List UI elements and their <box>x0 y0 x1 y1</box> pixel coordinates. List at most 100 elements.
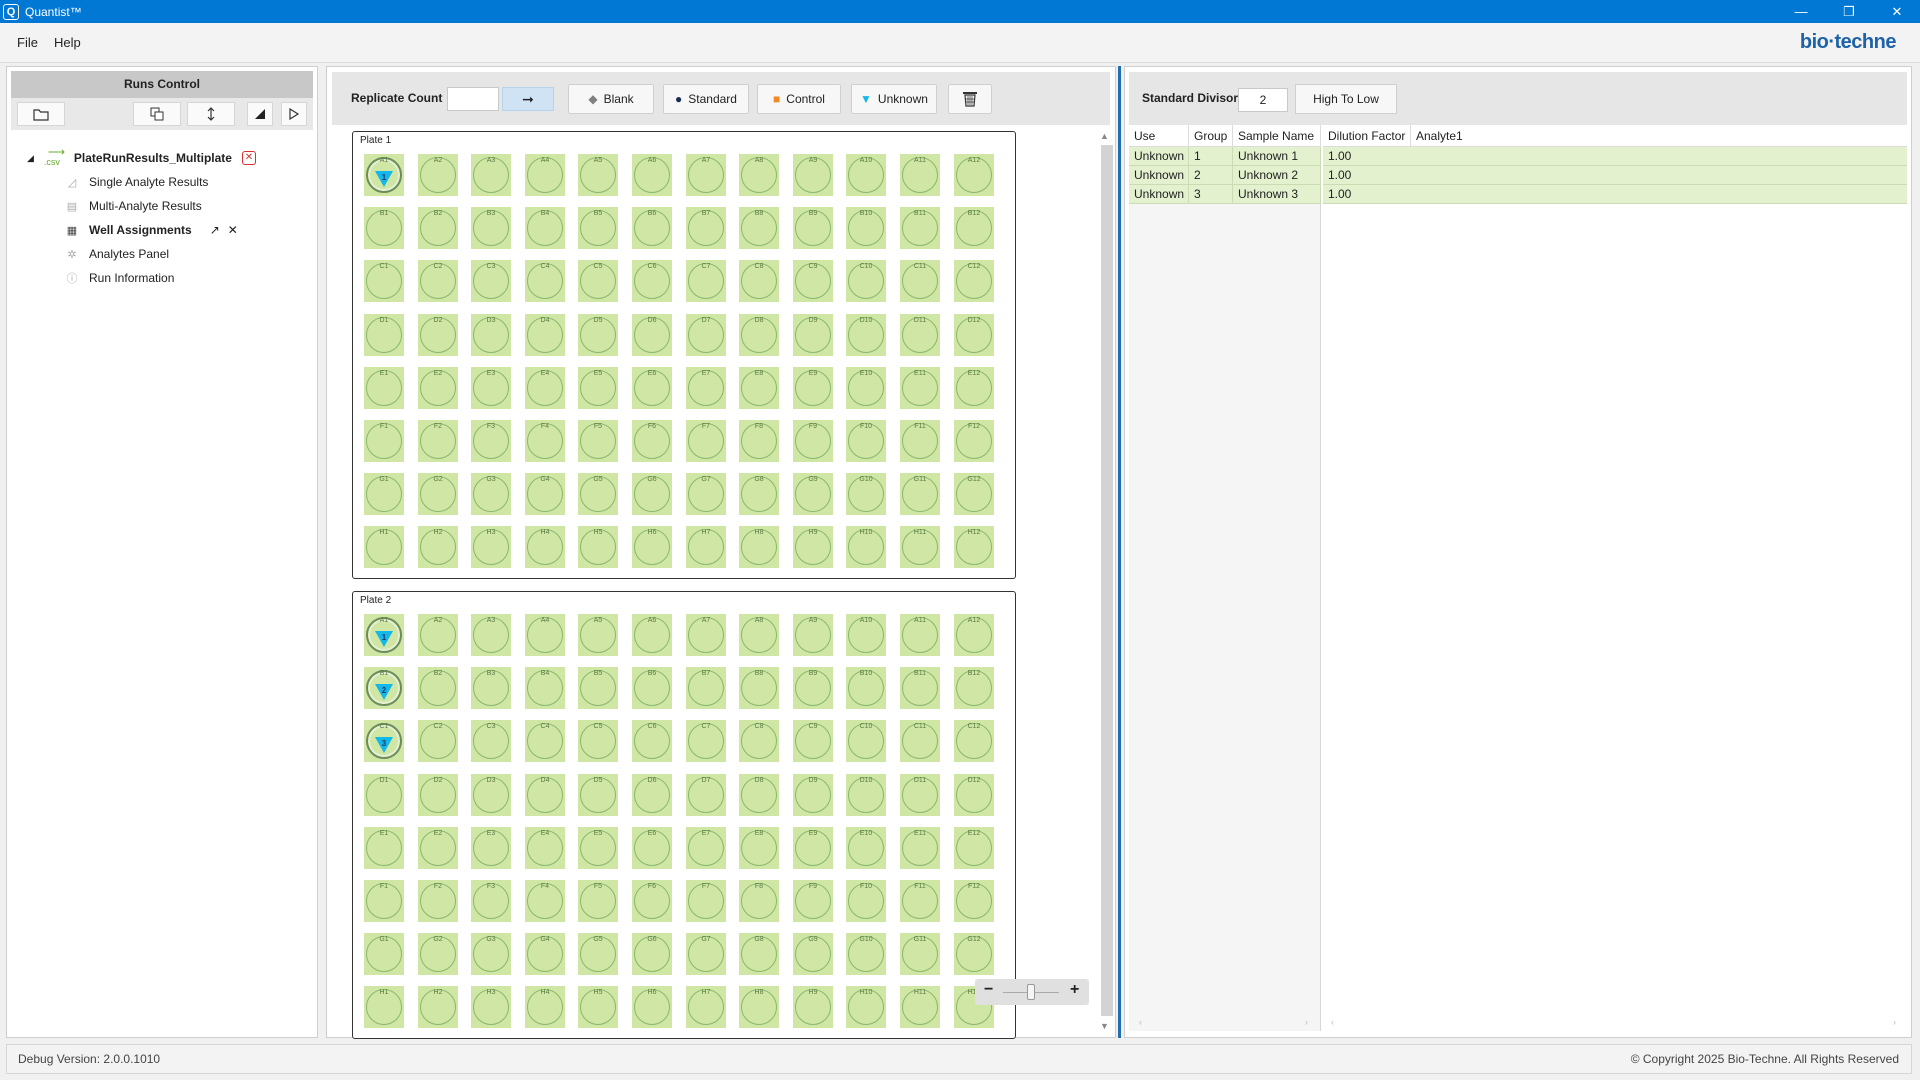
well-A10[interactable]: A10 <box>846 154 886 196</box>
close-badge-icon[interactable]: ✕ <box>241 151 256 165</box>
well-A2[interactable]: A2 <box>418 154 458 196</box>
well-G11[interactable]: G11 <box>900 473 940 515</box>
scroll-left-icon[interactable]: ‹ <box>1139 1017 1142 1031</box>
minimize-button[interactable]: — <box>1778 0 1824 23</box>
well-H6[interactable]: H6 <box>632 526 672 568</box>
well-H3[interactable]: H3 <box>471 986 511 1028</box>
tree-item-run-information[interactable]: ⓘ Run Information <box>65 267 175 289</box>
well-A1[interactable]: A1 1 <box>364 614 404 656</box>
well-A8[interactable]: A8 <box>739 154 779 196</box>
well-C7[interactable]: C7 <box>686 260 726 302</box>
well-F11[interactable]: F11 <box>900 420 940 462</box>
well-E10[interactable]: E10 <box>846 367 886 409</box>
well-G4[interactable]: G4 <box>525 933 565 975</box>
table-row[interactable]: 1.00 <box>1323 166 1907 185</box>
well-F12[interactable]: F12 <box>954 880 994 922</box>
well-F9[interactable]: F9 <box>793 880 833 922</box>
well-C10[interactable]: C10 <box>846 720 886 762</box>
well-C1[interactable]: C1 <box>364 260 404 302</box>
well-C11[interactable]: C11 <box>900 260 940 302</box>
well-H1[interactable]: H1 <box>364 526 404 568</box>
well-D8[interactable]: D8 <box>739 314 779 356</box>
well-E7[interactable]: E7 <box>686 827 726 869</box>
well-E6[interactable]: E6 <box>632 827 672 869</box>
well-C1[interactable]: C1 3 <box>364 720 404 762</box>
well-H3[interactable]: H3 <box>471 526 511 568</box>
well-B11[interactable]: B11 <box>900 207 940 249</box>
well-H12[interactable]: H12 <box>954 526 994 568</box>
well-H5[interactable]: H5 <box>578 526 618 568</box>
high-to-low-button[interactable]: High To Low <box>1295 84 1397 114</box>
apply-replicate-button[interactable]: ➞ <box>502 87 554 111</box>
well-E3[interactable]: E3 <box>471 367 511 409</box>
well-G8[interactable]: G8 <box>739 473 779 515</box>
well-B8[interactable]: B8 <box>739 207 779 249</box>
well-B10[interactable]: B10 <box>846 667 886 709</box>
well-F3[interactable]: F3 <box>471 880 511 922</box>
cell-dilution-factor[interactable]: 1.00 <box>1323 185 1907 204</box>
well-B3[interactable]: B3 <box>471 667 511 709</box>
well-G7[interactable]: G7 <box>686 473 726 515</box>
well-F6[interactable]: F6 <box>632 880 672 922</box>
well-B8[interactable]: B8 <box>739 667 779 709</box>
well-F6[interactable]: F6 <box>632 420 672 462</box>
well-A11[interactable]: A11 <box>900 614 940 656</box>
table-row[interactable]: 1.00 <box>1323 185 1907 204</box>
well-H4[interactable]: H4 <box>525 986 565 1028</box>
well-E10[interactable]: E10 <box>846 827 886 869</box>
well-B9[interactable]: B9 <box>793 667 833 709</box>
well-B5[interactable]: B5 <box>578 667 618 709</box>
well-A6[interactable]: A6 <box>632 614 672 656</box>
well-B7[interactable]: B7 <box>686 667 726 709</box>
well-C3[interactable]: C3 <box>471 720 511 762</box>
well-F5[interactable]: F5 <box>578 880 618 922</box>
well-A2[interactable]: A2 <box>418 614 458 656</box>
well-D11[interactable]: D11 <box>900 314 940 356</box>
control-button[interactable]: ■ Control <box>757 84 841 114</box>
well-G9[interactable]: G9 <box>793 933 833 975</box>
well-H11[interactable]: H11 <box>900 986 940 1028</box>
well-A4[interactable]: A4 <box>525 154 565 196</box>
well-H9[interactable]: H9 <box>793 526 833 568</box>
tree-root[interactable]: ◢ ⟶ .csv PlateRunResults_Multiplate ✕ <box>27 145 256 169</box>
well-A8[interactable]: A8 <box>739 614 779 656</box>
table-row[interactable]: Unknown 1 Unknown 1 <box>1129 147 1321 166</box>
plates-vertical-scrollbar[interactable]: ▲ ▼ <box>1098 131 1113 1035</box>
well-B5[interactable]: B5 <box>578 207 618 249</box>
scroll-right-icon[interactable]: › <box>1305 1017 1308 1031</box>
standard-button[interactable]: ● Standard <box>663 84 749 114</box>
well-C8[interactable]: C8 <box>739 260 779 302</box>
well-H8[interactable]: H8 <box>739 526 779 568</box>
well-G10[interactable]: G10 <box>846 473 886 515</box>
well-G9[interactable]: G9 <box>793 473 833 515</box>
well-D9[interactable]: D9 <box>793 774 833 816</box>
well-E11[interactable]: E11 <box>900 827 940 869</box>
well-G1[interactable]: G1 <box>364 473 404 515</box>
well-A1[interactable]: A1 1 <box>364 154 404 196</box>
well-E5[interactable]: E5 <box>578 367 618 409</box>
menu-help[interactable]: Help <box>54 23 81 63</box>
well-D9[interactable]: D9 <box>793 314 833 356</box>
well-C4[interactable]: C4 <box>525 260 565 302</box>
well-D11[interactable]: D11 <box>900 774 940 816</box>
well-D1[interactable]: D1 <box>364 774 404 816</box>
well-A9[interactable]: A9 <box>793 154 833 196</box>
well-F4[interactable]: F4 <box>525 420 565 462</box>
well-B1[interactable]: B1 2 <box>364 667 404 709</box>
well-F10[interactable]: F10 <box>846 880 886 922</box>
well-E4[interactable]: E4 <box>525 827 565 869</box>
well-B4[interactable]: B4 <box>525 667 565 709</box>
expand-triangle-icon[interactable]: ◢ <box>27 153 34 164</box>
well-C9[interactable]: C9 <box>793 260 833 302</box>
well-F9[interactable]: F9 <box>793 420 833 462</box>
cell-dilution-factor[interactable]: 1.00 <box>1323 166 1907 185</box>
well-F8[interactable]: F8 <box>739 880 779 922</box>
well-F1[interactable]: F1 <box>364 420 404 462</box>
close-icon[interactable]: ✕ <box>228 223 238 237</box>
well-B6[interactable]: B6 <box>632 667 672 709</box>
scroll-down-icon[interactable]: ▼ <box>1100 1021 1109 1031</box>
well-A12[interactable]: A12 <box>954 614 994 656</box>
well-B3[interactable]: B3 <box>471 207 511 249</box>
column-header-use[interactable]: Use <box>1129 125 1189 147</box>
well-E12[interactable]: E12 <box>954 367 994 409</box>
